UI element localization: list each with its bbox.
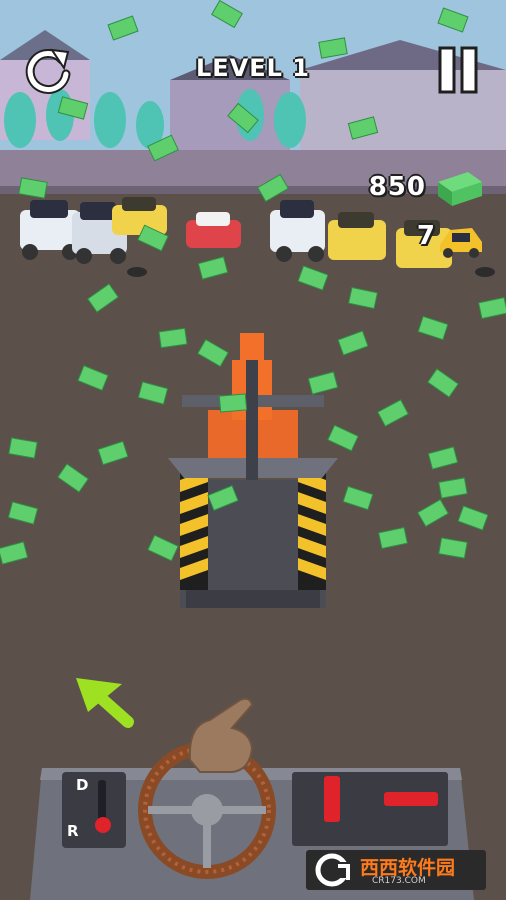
gear-drive-label: D xyxy=(76,776,89,794)
money-counter: 850 xyxy=(368,172,426,202)
gear-reverse-label: R xyxy=(67,822,79,840)
lever-right[interactable] xyxy=(384,792,438,806)
watermark-subtext: CR173.COM xyxy=(372,876,426,886)
cars-remaining-counter: 7 xyxy=(416,221,436,251)
level-label: LEVEL 1 xyxy=(195,54,310,82)
lever-panel xyxy=(292,772,448,846)
game-scene xyxy=(0,0,506,900)
lever-left[interactable] xyxy=(324,776,340,822)
curb xyxy=(0,150,506,190)
watermark-logo xyxy=(315,853,354,887)
